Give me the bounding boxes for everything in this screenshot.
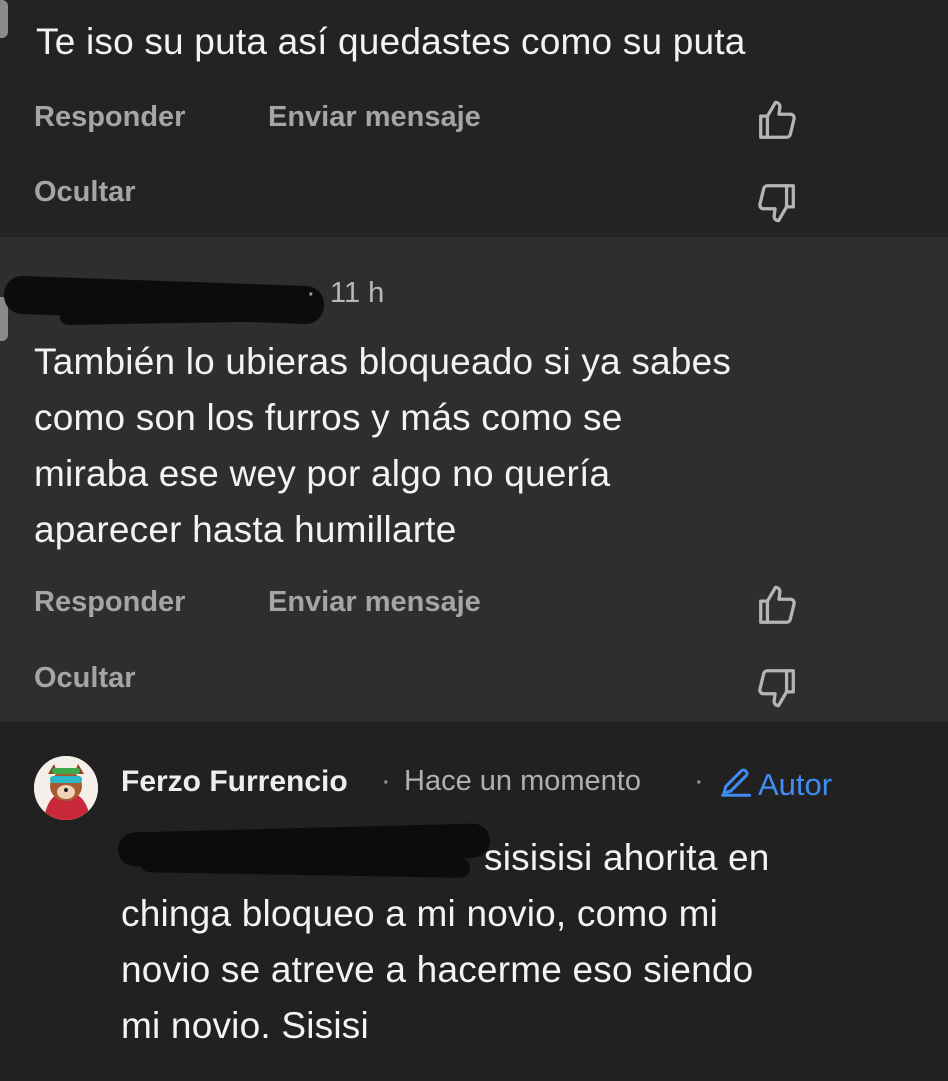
thumbs-down-icon[interactable] bbox=[754, 180, 800, 226]
comment-text-line: novio se atreve a hacerme eso siendo bbox=[121, 949, 754, 990]
send-message-button[interactable]: Enviar mensaje bbox=[268, 101, 481, 134]
reply-button[interactable]: Responder bbox=[34, 586, 185, 619]
comment-text-line: También lo ubieras bloqueado si ya sabes bbox=[34, 341, 732, 382]
separator-dot: · bbox=[306, 277, 316, 309]
author-badge-label: Autor bbox=[758, 767, 833, 802]
thumbs-down-icon[interactable] bbox=[754, 665, 800, 711]
reply-button[interactable]: Responder bbox=[34, 101, 185, 134]
comment-text: Te iso su puta así quedastes como su put… bbox=[36, 21, 746, 62]
thumbs-up-icon[interactable] bbox=[754, 97, 800, 143]
thumbs-up-icon[interactable] bbox=[754, 582, 800, 628]
avatar[interactable] bbox=[34, 756, 98, 820]
comment-text-line: aparecer hasta humillarte bbox=[34, 509, 457, 550]
comment-text-line: miraba ese wey por algo no quería bbox=[34, 453, 611, 494]
author-badge: Autor bbox=[718, 763, 832, 807]
hide-button[interactable]: Ocultar bbox=[34, 176, 136, 209]
send-message-button[interactable]: Enviar mensaje bbox=[268, 586, 481, 619]
pencil-icon bbox=[718, 763, 754, 807]
comment-text-line: mi novio. Sisisi bbox=[121, 1005, 369, 1046]
comment-text-line: chinga bloqueo a mi novio, como mi bbox=[121, 893, 719, 934]
comment-time: Hace un momento bbox=[404, 765, 641, 797]
hide-button[interactable]: Ocultar bbox=[34, 662, 136, 695]
separator-dot: · bbox=[694, 765, 704, 797]
comment-time: 11 h bbox=[330, 277, 385, 309]
separator-dot: · bbox=[381, 765, 391, 797]
author-name[interactable]: Ferzo Furrencio bbox=[121, 765, 348, 799]
comment-2: · 11 h También lo ubieras bloqueado si y… bbox=[0, 237, 948, 722]
avatar-edge bbox=[0, 0, 8, 38]
comment-1: Te iso su puta así quedastes como su put… bbox=[0, 0, 948, 237]
comment-text-line: sisisisi ahorita en bbox=[484, 837, 770, 878]
comment-text-line: como son los furros y más como se bbox=[34, 397, 623, 438]
